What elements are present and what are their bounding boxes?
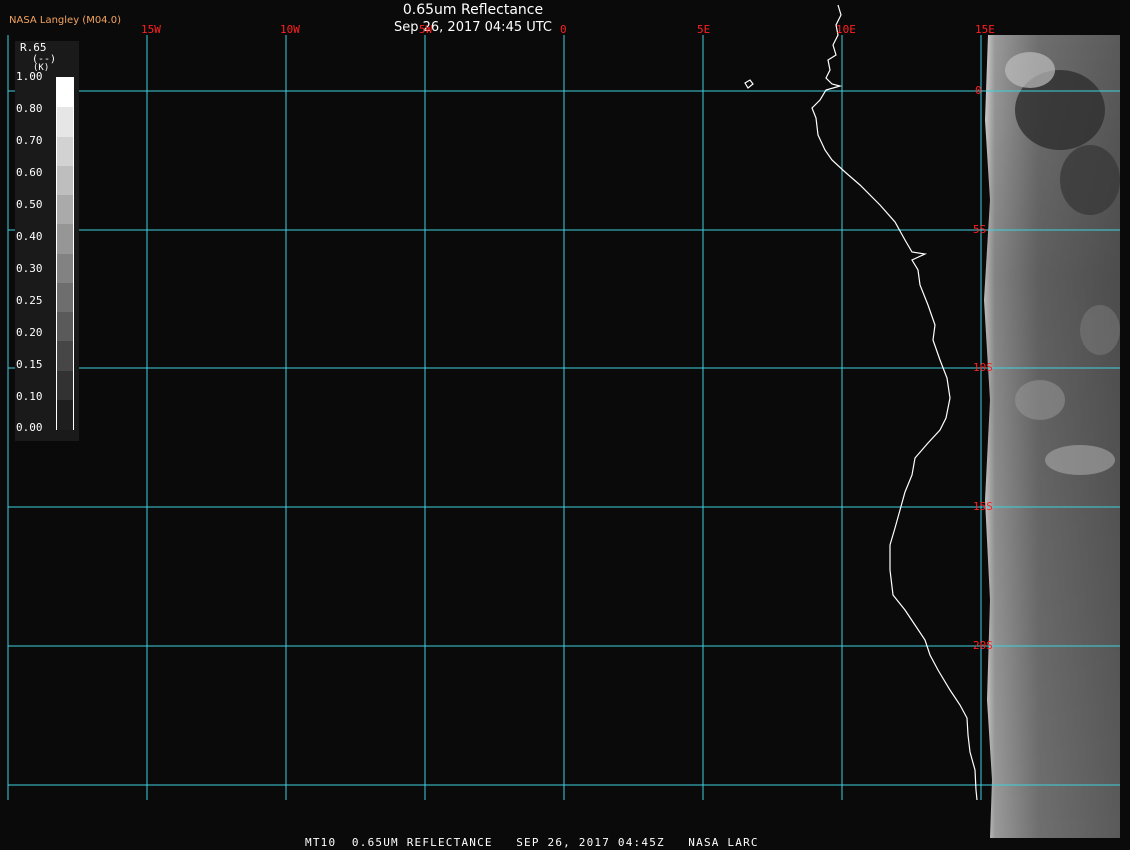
legend-tick-label: 0.10 bbox=[16, 390, 43, 403]
satellite-imagery bbox=[984, 35, 1120, 838]
lon-label: 0 bbox=[560, 23, 567, 36]
legend-tick-label: 0.50 bbox=[16, 198, 43, 211]
satellite-map bbox=[0, 0, 1130, 850]
bottom-band bbox=[0, 800, 985, 838]
lon-label: 5W bbox=[419, 23, 433, 36]
credit-label: NASA Langley (M04.0) bbox=[9, 15, 121, 26]
colorbar-step bbox=[57, 282, 73, 313]
lon-label: 15W bbox=[141, 23, 161, 36]
legend-tick-label: 0.60 bbox=[16, 166, 43, 179]
legend-tick-label: 0.00 bbox=[16, 421, 43, 434]
colorbar-step bbox=[57, 195, 73, 225]
lat-label: 0 bbox=[975, 84, 982, 97]
lon-label: 15E bbox=[975, 23, 995, 36]
legend-colorbar bbox=[56, 77, 74, 430]
legend-tick-label: 1.00 bbox=[16, 70, 43, 83]
map-background bbox=[0, 0, 1130, 850]
legend-tick-label: 0.80 bbox=[16, 102, 43, 115]
colorbar-step bbox=[57, 370, 73, 401]
lon-label: 5E bbox=[697, 23, 711, 36]
colorbar-step bbox=[57, 78, 73, 108]
colorbar-step bbox=[57, 224, 73, 254]
legend-tick-label: 0.15 bbox=[16, 358, 43, 371]
lon-label: 10E bbox=[836, 23, 856, 36]
colorbar-step bbox=[57, 136, 73, 167]
lon-label: 10W bbox=[280, 23, 300, 36]
colorbar-step bbox=[57, 165, 73, 196]
lat-label: 10S bbox=[973, 361, 993, 374]
legend-tick-label: 0.40 bbox=[16, 230, 43, 243]
colorbar-step bbox=[57, 341, 73, 371]
legend-tick-label: 0.70 bbox=[16, 134, 43, 147]
colorbar-step bbox=[57, 312, 73, 342]
footer-caption: MT10 0.65UM REFLECTANCE SEP 26, 2017 04:… bbox=[305, 836, 759, 849]
map-timestamp: Sep 26, 2017 04:45 UTC bbox=[393, 20, 553, 35]
lat-label: 5S bbox=[973, 223, 987, 236]
legend-title: R.65 bbox=[20, 41, 47, 54]
legend-tick-label: 0.20 bbox=[16, 326, 43, 339]
colorbar-step bbox=[57, 399, 73, 430]
legend-tick-label: 0.25 bbox=[16, 294, 43, 307]
colorbar-step bbox=[57, 107, 73, 137]
lat-label: 15S bbox=[973, 500, 993, 513]
legend-tick-label: 0.30 bbox=[16, 262, 43, 275]
map-title: 0.65um Reflectance bbox=[402, 2, 544, 18]
lat-label: 20S bbox=[973, 639, 993, 652]
colorbar-step bbox=[57, 253, 73, 284]
